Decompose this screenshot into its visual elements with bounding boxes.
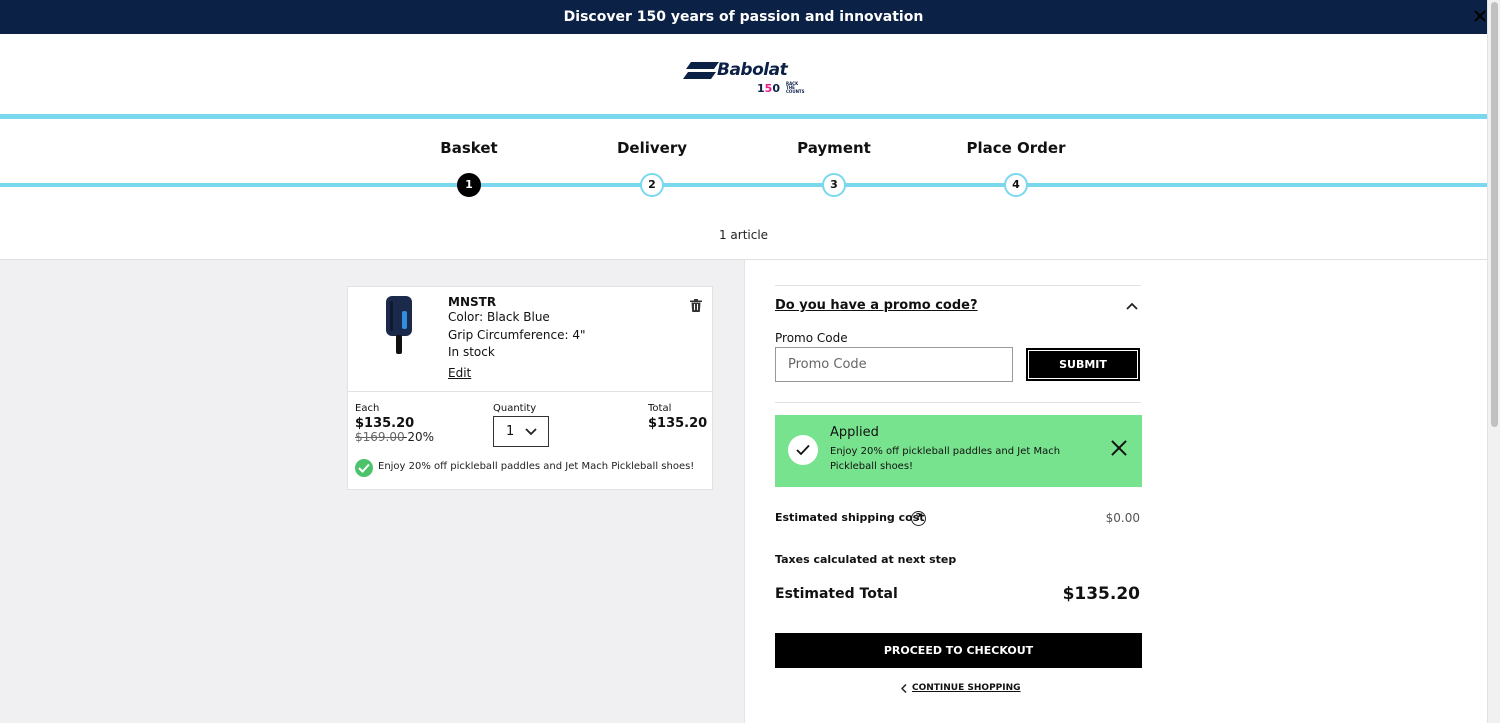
discount-percent: -20%: [403, 430, 435, 444]
continue-shopping-link[interactable]: CONTINUE SHOPPING: [901, 683, 1021, 693]
check-icon: [355, 459, 373, 477]
step-payment[interactable]: Payment 3: [764, 139, 904, 197]
basket-item: MNSTR Color: Black Blue Grip Circumferen…: [347, 286, 713, 490]
chevron-left-icon: [901, 683, 907, 693]
estimated-total-value: $135.20: [1062, 584, 1140, 604]
logo-text: Babolat: [717, 60, 788, 80]
promo-banner: Discover 150 years of passion and innova…: [0, 0, 1487, 34]
original-price: $169.00: [355, 430, 405, 444]
promo-divider: [775, 402, 1141, 403]
step-label: Place Order: [966, 139, 1066, 157]
shipping-value: $0.00: [1105, 511, 1140, 525]
step-label: Payment: [797, 139, 871, 157]
close-icon[interactable]: [1472, 8, 1488, 24]
tax-note: Taxes calculated at next step: [775, 553, 957, 566]
promo-applied-message: Enjoy 20% off pickleball paddles and Jet…: [378, 461, 695, 472]
babolat-logo[interactable]: Babolat 150 RACK THE COUNTS: [683, 60, 807, 100]
step-label: Basket: [440, 139, 498, 157]
step-number: 4: [1004, 173, 1028, 197]
trash-icon[interactable]: [690, 299, 702, 312]
product-name[interactable]: MNSTR: [448, 295, 496, 309]
card-divider: [348, 391, 712, 392]
basket-items-area: MNSTR Color: Black Blue Grip Circumferen…: [0, 259, 744, 723]
each-label: Each: [355, 403, 380, 414]
product-color: Color: Black Blue: [448, 310, 550, 324]
order-summary: Do you have a promo code? Promo Code SUB…: [744, 259, 1487, 723]
promo-code-toggle[interactable]: Do you have a promo code?: [775, 298, 978, 313]
unit-price: $135.20: [355, 416, 415, 431]
continue-shopping-label: CONTINUE SHOPPING: [912, 683, 1021, 693]
checkout-steps: Basket 1 Delivery 2 Payment 3 Place Orde…: [0, 119, 1487, 259]
promo-code-input[interactable]: [775, 347, 1013, 382]
submit-button[interactable]: SUBMIT: [1026, 348, 1140, 381]
pickleball-paddle-image[interactable]: [384, 295, 414, 355]
step-number: 1: [457, 173, 481, 197]
step-basket[interactable]: Basket 1: [399, 139, 539, 197]
product-grip: Grip Circumference: 4": [448, 328, 586, 342]
site-header: Babolat 150 RACK THE COUNTS: [0, 34, 1487, 116]
scrollbar-thumb[interactable]: [1491, 2, 1498, 427]
quantity-select[interactable]: 1: [493, 416, 549, 447]
quantity-label: Quantity: [493, 403, 537, 414]
promo-applied-alert: Applied Enjoy 20% off pickleball paddles…: [775, 415, 1142, 487]
close-icon[interactable]: [1111, 440, 1127, 456]
promo-code-label: Promo Code: [775, 331, 848, 345]
quantity-value: 1: [506, 424, 515, 439]
help-icon[interactable]: ?: [911, 511, 926, 526]
step-label: Delivery: [616, 139, 688, 157]
logo-anniversary: 150: [757, 82, 780, 95]
promo-divider: [775, 285, 1141, 286]
total-label: Total: [648, 403, 672, 414]
step-place-order[interactable]: Place Order 4: [946, 139, 1086, 197]
applied-description: Enjoy 20% off pickleball paddles and Jet…: [830, 446, 1061, 472]
stock-status: In stock: [448, 345, 495, 359]
logo-tagline: RACK THE COUNTS: [786, 81, 805, 94]
edit-link[interactable]: Edit: [448, 366, 471, 380]
proceed-to-checkout-button[interactable]: PROCEED TO CHECKOUT: [775, 633, 1142, 668]
estimated-total-label: Estimated Total: [775, 586, 898, 602]
article-count: 1 article: [718, 228, 769, 242]
page-scrollbar[interactable]: [1487, 0, 1500, 723]
applied-title: Applied: [830, 425, 879, 440]
shipping-label: Estimated shipping cost: [775, 511, 925, 524]
logo-stripes-icon: [683, 62, 719, 79]
chevron-up-icon[interactable]: [1125, 300, 1139, 312]
step-delivery[interactable]: Delivery 2: [582, 139, 722, 197]
step-number: 3: [822, 173, 846, 197]
check-icon: [788, 435, 818, 465]
steps-track: [0, 183, 1487, 187]
banner-text: Discover 150 years of passion and innova…: [563, 9, 924, 25]
chevron-down-icon: [525, 428, 537, 436]
line-total: $135.20: [648, 416, 708, 431]
step-number: 2: [640, 173, 664, 197]
